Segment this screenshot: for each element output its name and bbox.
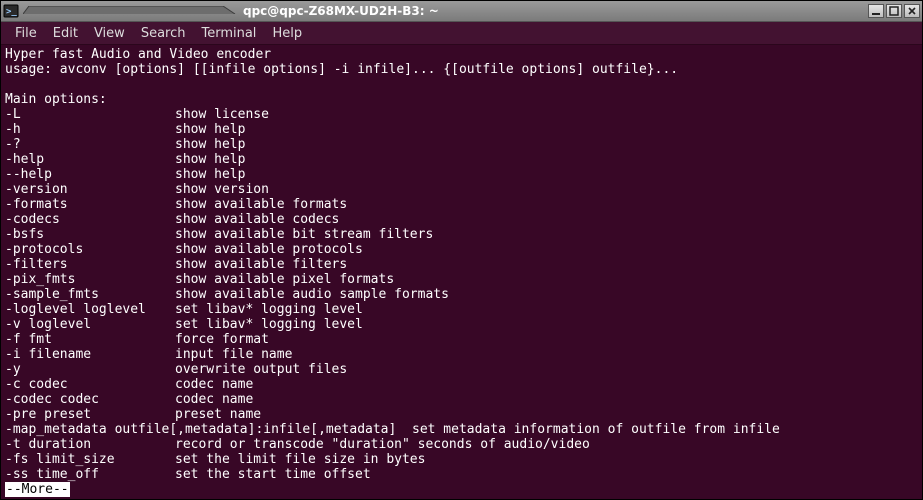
option-desc: show available formats [175,197,347,212]
option-row: -codec codeccodec name [5,392,918,407]
menu-terminal[interactable]: Terminal [193,24,264,43]
option-flag: -codec codec [5,392,175,407]
option-flag: -f fmt [5,332,175,347]
option-desc: codec name [175,392,253,407]
option-desc: show license [175,107,269,122]
option-row: -protocolsshow available protocols [5,242,918,257]
terminal-output[interactable]: Hyper fast Audio and Video encoderusage:… [1,45,922,499]
option-flag: -bsfs [5,227,175,242]
option-desc: show available audio sample formats [175,287,449,302]
option-desc: show help [175,122,245,137]
menu-edit[interactable]: Edit [45,24,86,43]
option-flag: -loglevel loglevel [5,302,175,317]
option-flag: -help [5,152,175,167]
line: -map_metadata outfile[,metadata]:infile[… [5,422,918,437]
option-desc: show available filters [175,257,347,272]
option-desc: show help [175,137,245,152]
option-flag: -sample_fmts [5,287,175,302]
option-flag: -ss time_off [5,467,175,482]
line: usage: avconv [options] [[infile options… [5,62,918,77]
line: Hyper fast Audio and Video encoder [5,47,918,62]
option-flag: -version [5,182,175,197]
option-row: -f fmtforce format [5,332,918,347]
terminal-window: >_ qpc@qpc-Z68MX-UD2H-B3: ~ File Edit Vi… [0,0,923,500]
option-row: -codecsshow available codecs [5,212,918,227]
menu-file[interactable]: File [7,24,45,43]
option-row: --helpshow help [5,167,918,182]
option-desc: set libav* logging level [175,317,363,332]
option-flag: -? [5,137,175,152]
minimize-button[interactable] [868,4,884,18]
option-flag: -codecs [5,212,175,227]
menu-view[interactable]: View [86,24,133,43]
line: Main options: [5,92,918,107]
option-desc: force format [175,332,269,347]
option-row: -v loglevelset libav* logging level [5,317,918,332]
option-flag: -y [5,362,175,377]
titlebar[interactable]: >_ qpc@qpc-Z68MX-UD2H-B3: ~ [1,1,922,22]
option-desc: preset name [175,407,261,422]
option-row: -helpshow help [5,152,918,167]
option-desc: show available codecs [175,212,339,227]
option-desc: show help [175,152,245,167]
option-row: -ss time_offset the start time offset [5,467,918,482]
pager-more-prompt[interactable]: --More-- [5,482,70,497]
option-row: -pix_fmtsshow available pixel formats [5,272,918,287]
maximize-button[interactable] [886,4,902,18]
option-flag: -formats [5,197,175,212]
window-title: qpc@qpc-Z68MX-UD2H-B3: ~ [243,4,868,18]
option-desc: overwrite output files [175,362,347,377]
option-desc: show available pixel formats [175,272,394,287]
option-row: -yoverwrite output files [5,362,918,377]
option-row: -loglevel loglevelset libav* logging lev… [5,302,918,317]
option-row: -fs limit_sizeset the limit file size in… [5,452,918,467]
option-flag: -i filename [5,347,175,362]
option-row: -t durationrecord or transcode "duration… [5,437,918,452]
option-row: -i filenameinput file name [5,347,918,362]
option-flag: -L [5,107,175,122]
option-flag: -c codec [5,377,175,392]
option-row: -versionshow version [5,182,918,197]
option-row: -Lshow license [5,107,918,122]
titlebar-tab-decoration [23,6,243,14]
option-row: -pre presetpreset name [5,407,918,422]
option-desc: show version [175,182,269,197]
option-desc: show available protocols [175,242,363,257]
option-row: -?show help [5,137,918,152]
option-desc: set the start time offset [175,467,371,482]
option-flag: -fs limit_size [5,452,175,467]
menu-help[interactable]: Help [264,24,310,43]
menu-search[interactable]: Search [133,24,194,43]
option-row: -sample_fmtsshow available audio sample … [5,287,918,302]
line [5,77,918,92]
option-row: -filtersshow available filters [5,257,918,272]
option-flag: -t duration [5,437,175,452]
option-flag: -h [5,122,175,137]
svg-text:>_: >_ [6,7,17,17]
option-desc: record or transcode "duration" seconds o… [175,437,590,452]
option-row: -hshow help [5,122,918,137]
option-row: -formatsshow available formats [5,197,918,212]
close-button[interactable] [904,4,920,18]
option-row: -c codeccodec name [5,377,918,392]
option-flag: -filters [5,257,175,272]
option-desc: show available bit stream filters [175,227,433,242]
option-flag: --help [5,167,175,182]
option-flag: -protocols [5,242,175,257]
option-flag: -v loglevel [5,317,175,332]
option-flag: -pix_fmts [5,272,175,287]
option-desc: codec name [175,377,253,392]
terminal-app-icon: >_ [3,3,19,19]
option-desc: set libav* logging level [175,302,363,317]
option-flag: -pre preset [5,407,175,422]
option-row: -bsfsshow available bit stream filters [5,227,918,242]
option-desc: input file name [175,347,292,362]
option-desc: show help [175,167,245,182]
option-desc: set the limit file size in bytes [175,452,425,467]
menubar: File Edit View Search Terminal Help [1,22,922,45]
